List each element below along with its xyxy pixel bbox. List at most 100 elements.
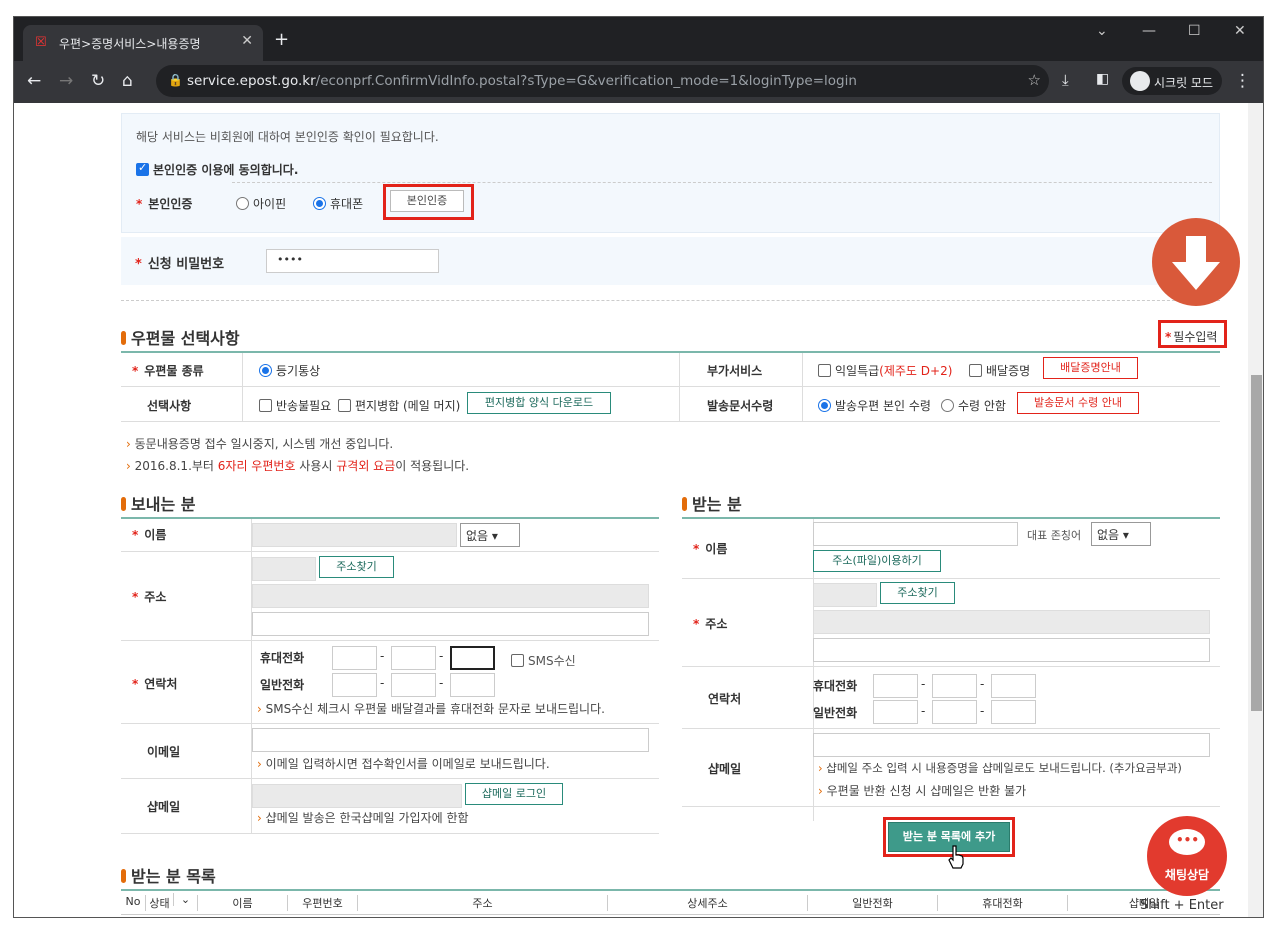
receiver-mobile-1[interactable]: [873, 674, 918, 698]
page-scrollbar[interactable]: [1248, 103, 1263, 917]
sms-note: SMS수신 체크시 우편물 배달결과를 휴대전화 문자로 보내드립니다.: [257, 700, 605, 717]
address-file-button[interactable]: 주소(파일)이용하기: [813, 550, 941, 572]
down-arrow-icon: [1152, 218, 1240, 306]
receiver-honorific-select[interactable]: 없음 ▾: [1091, 522, 1151, 546]
mail-type-label: * 우편물 종류: [132, 364, 204, 378]
mail-options-title: 우편물 선택사항: [121, 325, 240, 349]
extra-service-label: 부가서비스: [707, 364, 763, 378]
merge-template-download-button[interactable]: 편지병합 양식 다운로드: [467, 392, 611, 414]
col-no: No: [125, 895, 141, 908]
reload-icon[interactable]: ↻: [91, 71, 105, 91]
sender-honorific-select[interactable]: 없음 ▾: [460, 523, 520, 547]
sender-mobile-1[interactable]: [332, 646, 377, 670]
receiver-mobile-label: 휴대전화: [813, 679, 858, 693]
notice-1: 동문내용증명 접수 일시중지, 시스템 개선 중입니다.: [126, 435, 394, 452]
auth-agree-checkbox[interactable]: 본인인증 이용에 동의합니다.: [136, 161, 298, 178]
receive-doc-label: 발송문서수령: [707, 399, 774, 413]
email-note: 이메일 입력하시면 접수확인서를 이메일로 보내드립니다.: [257, 755, 550, 772]
download-icon[interactable]: ⤓: [1062, 71, 1069, 89]
sender-address-label: * 주소: [132, 590, 167, 604]
mail-table-top: [121, 351, 1220, 353]
bookmark-star-icon[interactable]: ☆: [1028, 71, 1041, 89]
sender-address-search-button[interactable]: 주소찾기: [319, 556, 394, 578]
tab-search-icon[interactable]: ⌄: [1096, 23, 1108, 39]
sender-phone-3[interactable]: [450, 673, 495, 697]
chat-bubble-icon: •••: [1169, 829, 1205, 855]
back-icon[interactable]: ←: [27, 71, 41, 91]
minimize-icon[interactable]: —: [1142, 23, 1156, 39]
sender-email-input[interactable]: [252, 728, 649, 752]
scrollbar-thumb[interactable]: [1251, 375, 1262, 711]
sender-mobile-label: 휴대전화: [260, 651, 305, 665]
auth-notice: 해당 서비스는 비회원에 대하여 본인인증 확인이 필요합니다.: [136, 130, 439, 144]
sender-mobile-2[interactable]: [391, 646, 436, 670]
col-status: 상태: [145, 895, 173, 911]
close-tab-icon[interactable]: ✕: [241, 33, 253, 49]
side-panel-icon[interactable]: ◧: [1096, 71, 1109, 87]
highlight-required-note: [1158, 320, 1227, 348]
no-return-checkbox[interactable]: 반송불필요: [259, 397, 331, 414]
receiver-phone-3[interactable]: [991, 700, 1036, 724]
hand-cursor-icon: [948, 845, 964, 869]
browser-tab[interactable]: ☒ 우편>증명서비스>내용증명 ✕: [23, 25, 263, 61]
browser-window: ☒ 우편>증명서비스>내용증명 ✕ + ⌄ — ☐ ✕ ← → ↻ ⌂ 🔒 se…: [13, 16, 1264, 918]
sender-shmail-input[interactable]: [252, 784, 462, 808]
sender-address-input[interactable]: [252, 584, 649, 608]
chat-label: 채팅상담: [1164, 868, 1210, 882]
radio-ipin[interactable]: 아이핀: [236, 195, 286, 212]
delivery-proof-checkbox[interactable]: 배달증명: [969, 362, 1030, 379]
sender-phone-2[interactable]: [391, 673, 436, 697]
password-input[interactable]: ••••: [266, 249, 439, 273]
receive-doc-guide-button[interactable]: 발송문서 수령 안내: [1017, 392, 1139, 414]
address-bar[interactable]: 🔒 service.epost.go.kr/econprf.ConfirmVid…: [156, 65, 1049, 97]
receiver-address-input[interactable]: [813, 610, 1210, 634]
new-tab-icon[interactable]: +: [274, 29, 289, 50]
forward-icon[interactable]: →: [59, 71, 73, 91]
radio-phone[interactable]: 휴대폰: [313, 195, 363, 212]
receiver-phone-1[interactable]: [873, 700, 918, 724]
title-bar: ☒ 우편>증명서비스>내용증명 ✕ + ⌄ — ☐ ✕: [14, 17, 1263, 61]
col-phone: 일반전화: [807, 895, 937, 911]
receiver-zipcode-input[interactable]: [813, 583, 877, 607]
express-checkbox[interactable]: 익일특급(제주도 D+2): [818, 362, 952, 379]
incognito-icon: [1130, 71, 1150, 91]
mail-merge-checkbox[interactable]: 편지병합 (메일 머지): [338, 397, 460, 414]
receiver-phone-2[interactable]: [932, 700, 977, 724]
receive-self-radio[interactable]: 발송우편 본인 수령: [818, 397, 931, 414]
sms-checkbox[interactable]: SMS수신: [511, 652, 576, 669]
col-filter-chevron-icon[interactable]: ⌄: [173, 893, 197, 906]
sender-address-detail-input[interactable]: [252, 612, 649, 636]
sender-contact-label: * 연락처: [132, 677, 178, 691]
delivery-proof-guide-button[interactable]: 배달증명안내: [1043, 357, 1138, 379]
receiver-address-detail-input[interactable]: [813, 638, 1210, 662]
chat-shortcut: Shift + Enter: [1140, 898, 1224, 913]
sender-title: 보내는 분: [121, 491, 195, 515]
sender-name-input[interactable]: [252, 523, 457, 547]
sender-mobile-3[interactable]: [450, 646, 495, 670]
option-label: 선택사항: [147, 399, 192, 413]
close-window-icon[interactable]: ✕: [1234, 23, 1246, 39]
receiver-list-title: 받는 분 목록: [121, 863, 216, 887]
receiver-mobile-2[interactable]: [932, 674, 977, 698]
shmail-login-button[interactable]: 샵메일 로그인: [465, 783, 563, 805]
receive-none-radio[interactable]: 수령 안함: [941, 397, 1006, 414]
receiver-name-input[interactable]: [813, 522, 1018, 546]
menu-icon[interactable]: ⋮: [1234, 71, 1251, 91]
receiver-mobile-3[interactable]: [991, 674, 1036, 698]
receiver-address-search-button[interactable]: 주소찾기: [880, 582, 955, 604]
maximize-icon[interactable]: ☐: [1188, 23, 1201, 39]
divider: [121, 300, 1220, 301]
page-content: 해당 서비스는 비회원에 대하여 본인인증 확인이 필요합니다. 본인인증 이용…: [14, 103, 1248, 917]
col-address-detail: 상세주소: [607, 895, 807, 911]
receiver-list-header: No 상태 ⌄ 이름 우편번호 주소 상세주소 일반전화 휴대전화 샵메일: [121, 891, 1220, 915]
incognito-badge[interactable]: 시크릿 모드: [1122, 67, 1222, 95]
sender-zipcode-input[interactable]: [252, 557, 316, 581]
chat-consult-button[interactable]: ••• 채팅상담: [1147, 816, 1227, 896]
password-box: * 신청 비밀번호 ••••: [121, 237, 1220, 285]
home-icon[interactable]: ⌂: [122, 71, 133, 91]
auth-box: 해당 서비스는 비회원에 대하여 본인인증 확인이 필요합니다. 본인인증 이용…: [121, 113, 1220, 233]
mail-type-radio[interactable]: 등기통상: [259, 362, 320, 379]
receiver-address-label: * 주소: [693, 617, 728, 631]
receiver-shmail-input[interactable]: [813, 733, 1210, 757]
sender-phone-1[interactable]: [332, 673, 377, 697]
